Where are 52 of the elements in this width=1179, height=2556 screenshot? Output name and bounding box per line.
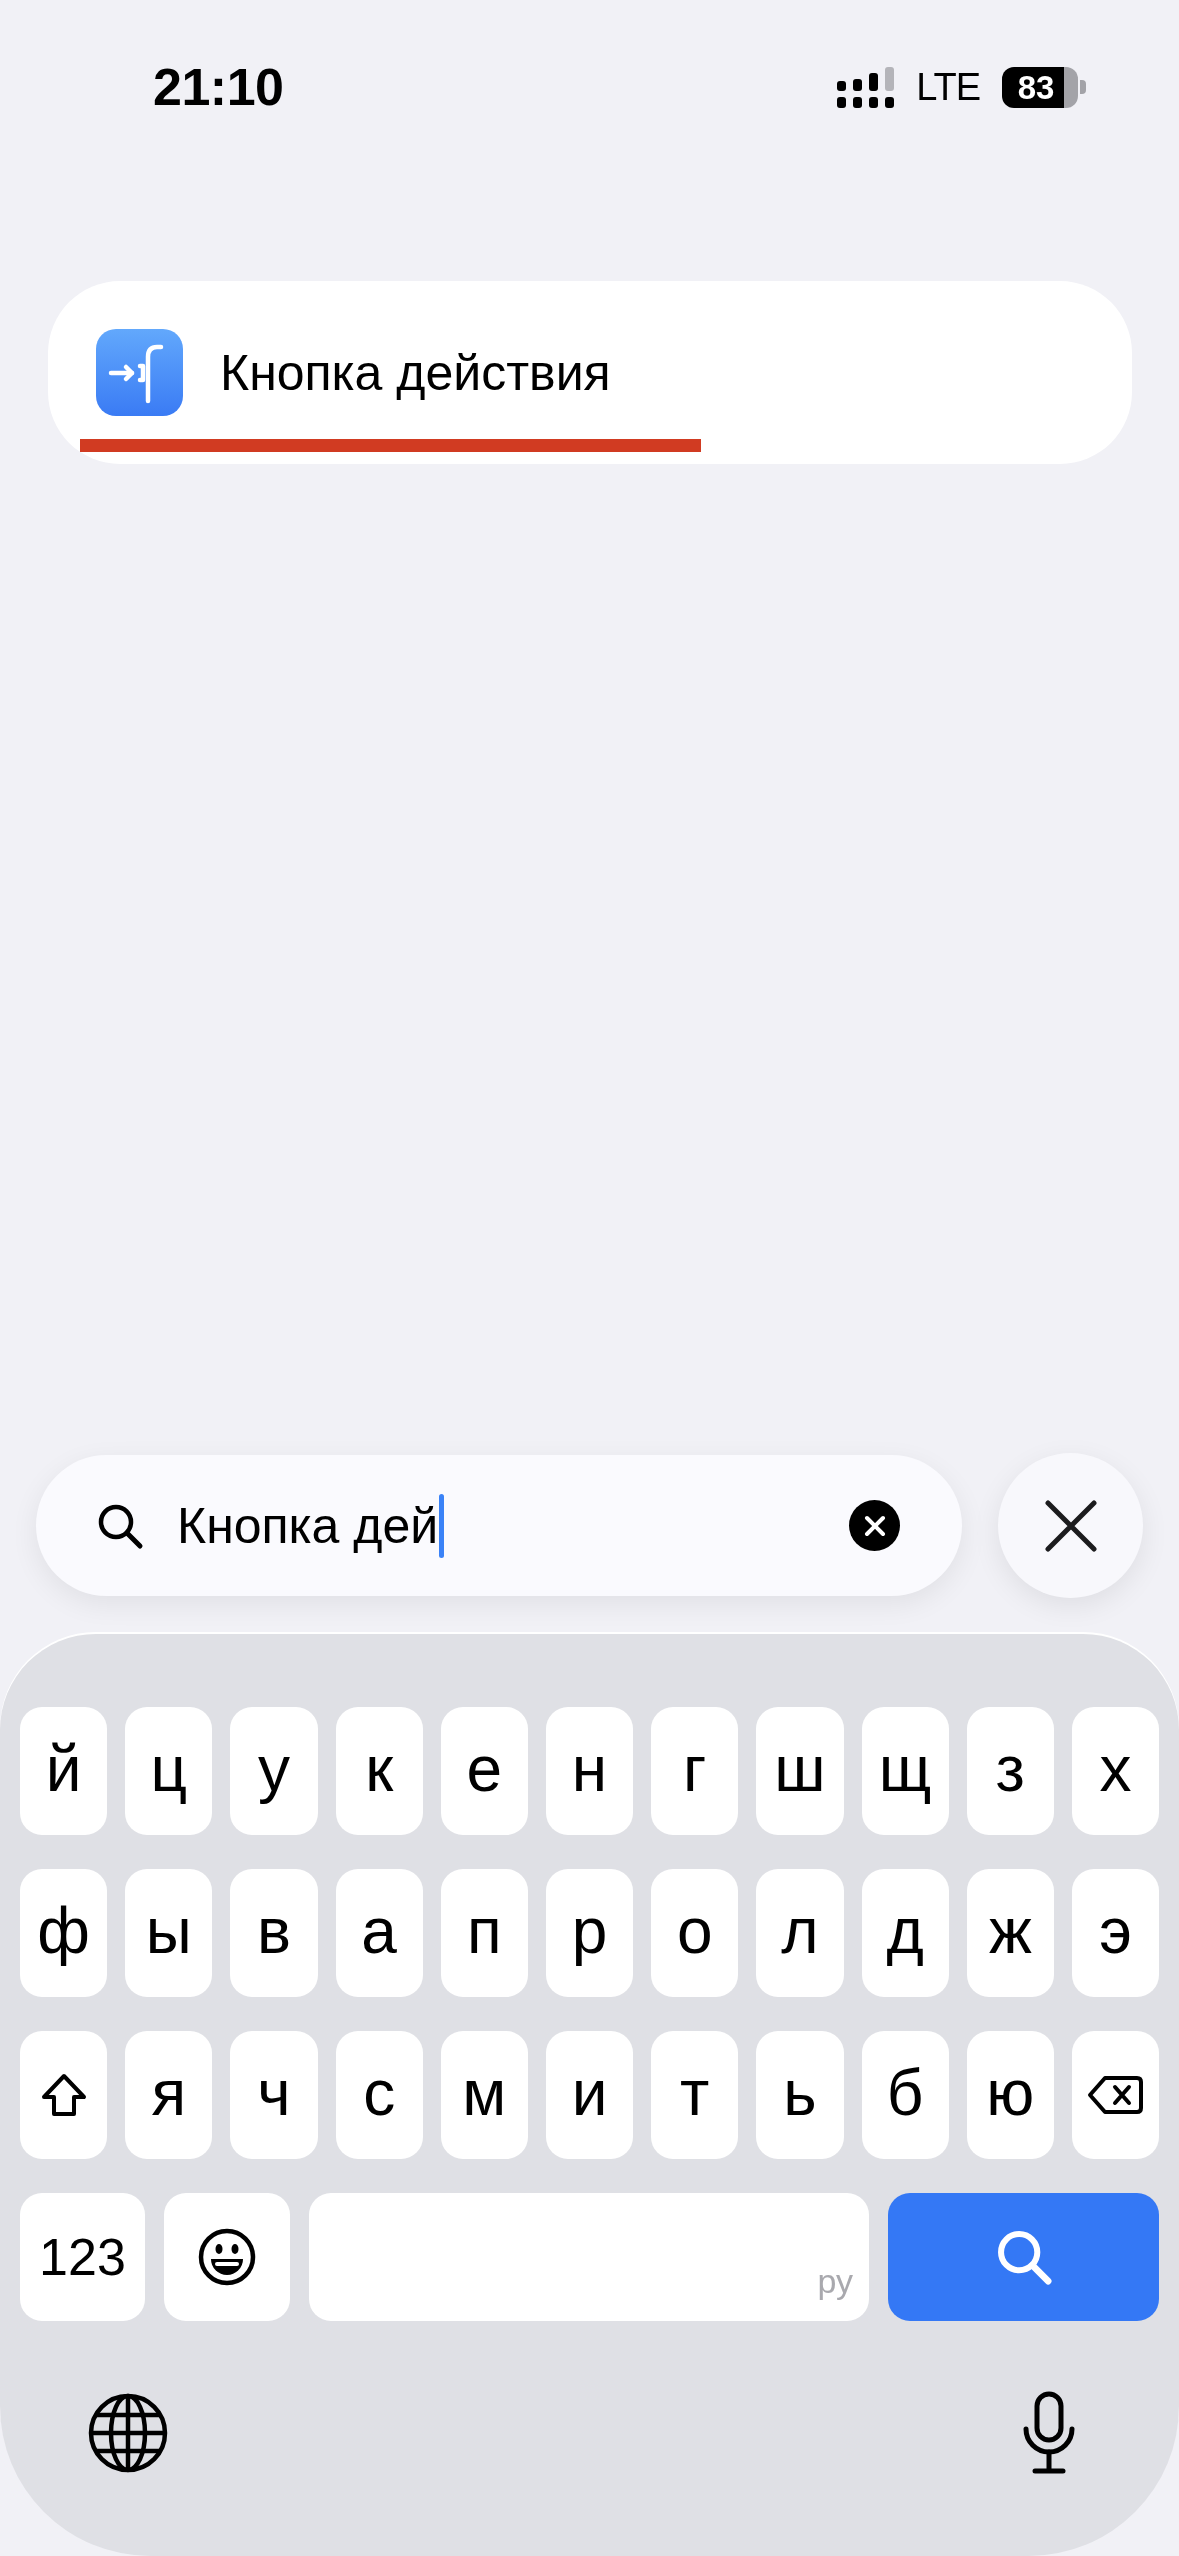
search-result[interactable]: Кнопка действия [48, 281, 1132, 464]
status-time: 21:10 [153, 62, 284, 112]
keyboard-key[interactable]: ж [966, 1869, 1054, 1997]
close-icon [1044, 1499, 1097, 1552]
battery-indicator: 83 [1002, 66, 1086, 108]
delete-key[interactable] [1071, 2031, 1160, 2159]
keyboard-key[interactable]: в [230, 1869, 318, 1997]
keyboard-key[interactable]: ю [966, 2031, 1054, 2159]
keyboard-key[interactable]: ш [756, 1707, 844, 1835]
result-title: Кнопка действия [220, 343, 611, 403]
keyboard-key[interactable]: у [230, 1707, 318, 1835]
shift-key[interactable] [20, 2031, 108, 2159]
keyboard-key[interactable]: с [335, 2031, 423, 2159]
keyboard-key[interactable]: е [440, 1707, 528, 1835]
smiley-icon [198, 2228, 256, 2286]
numbers-key[interactable]: 123 [20, 2193, 145, 2321]
keyboard-key[interactable]: г [651, 1707, 739, 1835]
keyboard-key[interactable]: м [440, 2031, 528, 2159]
keyboard-key[interactable]: ь [756, 2031, 844, 2159]
keyboard-key[interactable]: ы [125, 1869, 213, 1997]
keyboard-key[interactable]: э [1071, 1869, 1160, 1997]
search-field[interactable]: Кнопка дей [36, 1455, 962, 1596]
search-query: Кнопка дей [177, 1496, 439, 1556]
keyboard-key[interactable]: т [651, 2031, 739, 2159]
keyboard-key[interactable]: л [756, 1869, 844, 1997]
network-type: LTE [916, 66, 980, 108]
keyboard-key[interactable]: п [440, 1869, 528, 1997]
keyboard-key[interactable]: б [861, 2031, 949, 2159]
keyboard-key[interactable]: д [861, 1869, 949, 1997]
keyboard-key[interactable]: щ [861, 1707, 949, 1835]
backspace-icon [1087, 2075, 1144, 2115]
keyboard-key[interactable]: я [125, 2031, 213, 2159]
shift-icon [39, 2072, 88, 2118]
globe-icon[interactable] [88, 2393, 168, 2473]
keyboard-key[interactable]: ф [20, 1869, 108, 1997]
close-icon [863, 1514, 886, 1537]
signal-icon [837, 66, 895, 108]
keyboard-key[interactable]: з [966, 1707, 1054, 1835]
keyboard-key[interactable]: к [335, 1707, 423, 1835]
keyboard-key[interactable]: о [651, 1869, 739, 1997]
keyboard-key[interactable]: й [20, 1707, 108, 1835]
search-key[interactable] [888, 2193, 1159, 2321]
keyboard-key[interactable]: р [545, 1869, 634, 1997]
keyboard-key[interactable]: ч [230, 2031, 318, 2159]
clear-button[interactable] [849, 1500, 900, 1551]
emoji-key[interactable] [164, 2193, 290, 2321]
microphone-icon[interactable] [1021, 2391, 1077, 2475]
keyboard-key[interactable]: а [335, 1869, 423, 1997]
keyboard-key[interactable]: н [545, 1707, 634, 1835]
keyboard-key[interactable]: х [1071, 1707, 1160, 1835]
keyboard-key[interactable]: и [545, 2031, 634, 2159]
keyboard-key[interactable]: ц [125, 1707, 213, 1835]
